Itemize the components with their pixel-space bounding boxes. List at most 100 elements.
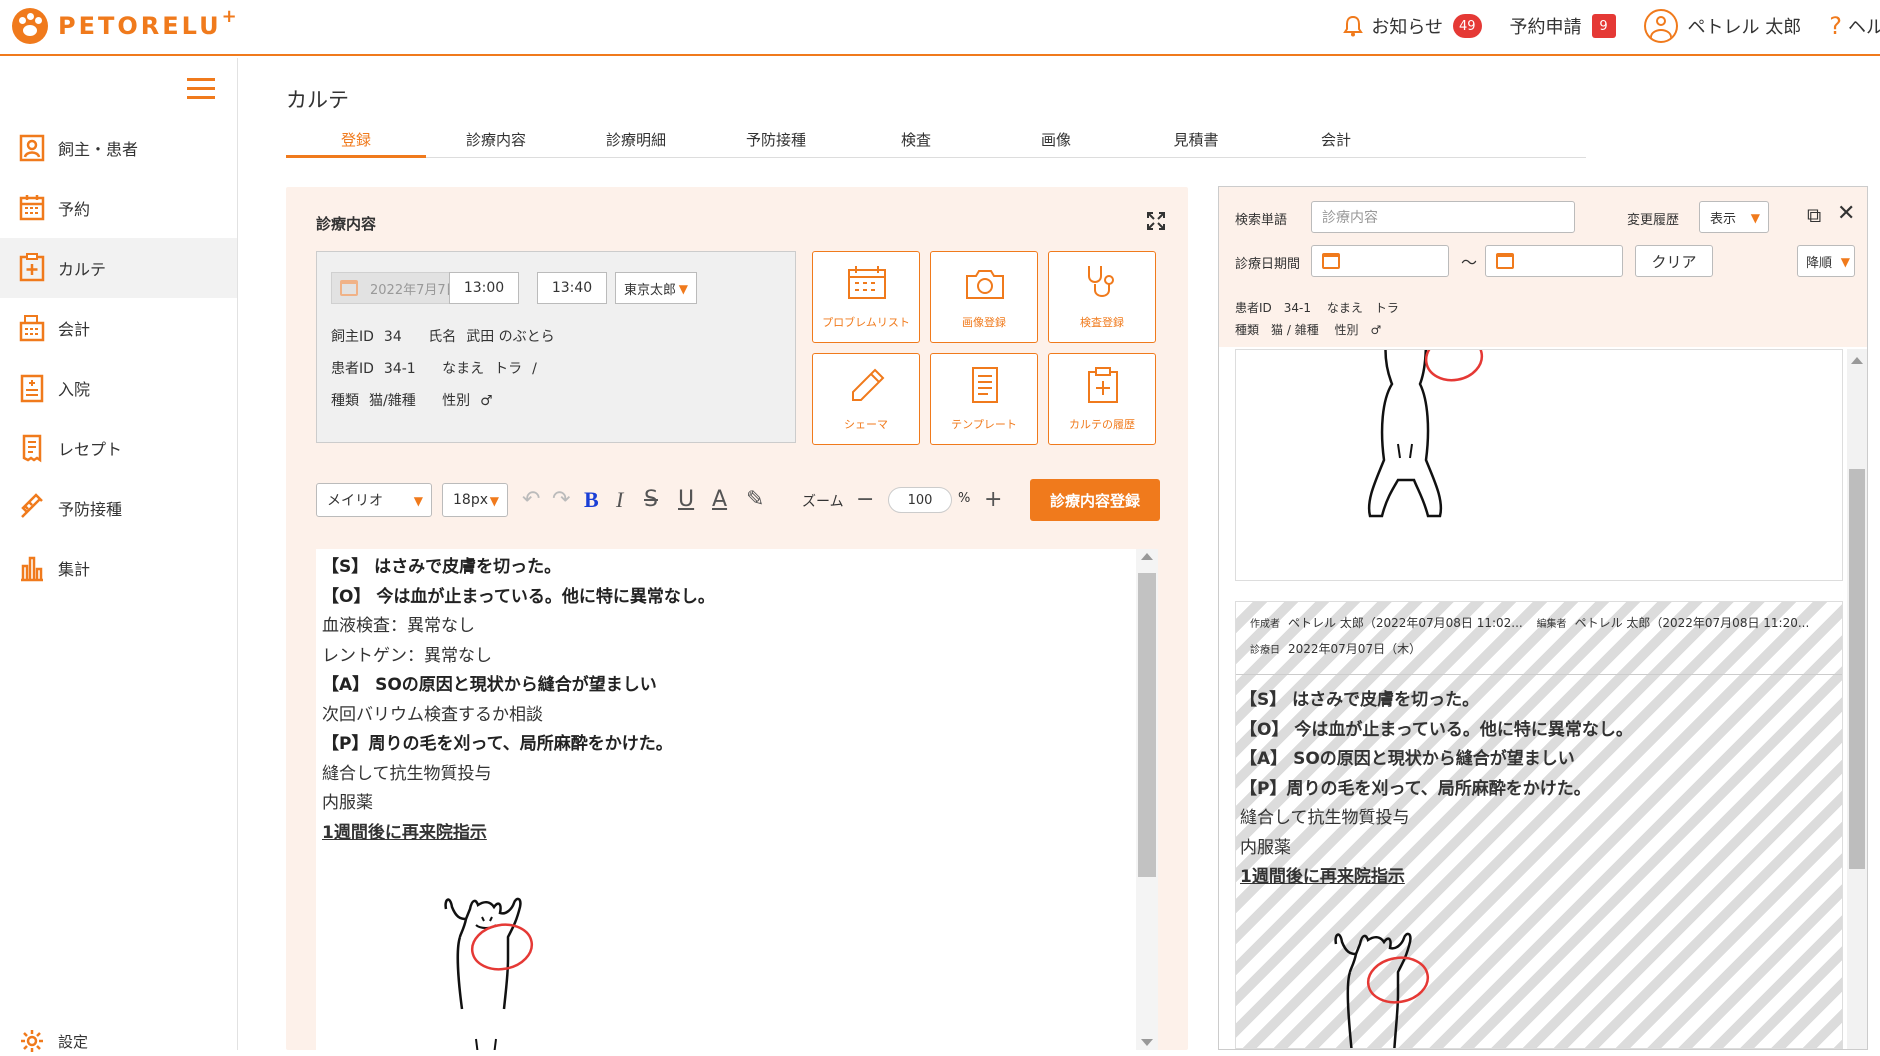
font-size-select[interactable]: 18px ▼ (442, 483, 508, 517)
font-family-select[interactable]: メイリオ ▼ (316, 483, 432, 517)
scroll-down-icon[interactable] (1141, 1039, 1153, 1046)
sidebar-item-medical-record[interactable]: カルテ (0, 238, 237, 298)
start-time-field[interactable]: 13:00 (449, 272, 519, 304)
owner-id-label: 飼主ID (331, 329, 374, 345)
sidebar-item-settings[interactable]: 設定 (18, 1026, 88, 1056)
species: 猫 / 雑種 (1271, 323, 1319, 337)
history-panel: 検索単語 診療内容 変更履歴 表示 ▼ ⧉ ✕ 診療日期間 〜 クリア 降順 ▼… (1218, 186, 1868, 1050)
patient-id: 34-1 (1283, 301, 1312, 315)
underline-icon[interactable]: U (678, 487, 694, 512)
tab-accounting[interactable]: 会計 (1266, 128, 1406, 158)
schema-button[interactable]: シェーマ (812, 353, 920, 445)
record-history-button[interactable]: カルテの履歴 (1048, 353, 1156, 445)
template-button[interactable]: テンプレート (930, 353, 1038, 445)
undo-icon[interactable]: ↶ (522, 487, 540, 512)
hamburger-menu-icon[interactable] (187, 78, 215, 99)
register-treatment-button[interactable]: 診療内容登録 (1030, 479, 1160, 521)
help-icon: ? (1829, 12, 1842, 40)
tab-treatment[interactable]: 診療内容 (426, 128, 566, 158)
editor-line: 血液検査：異常なし (322, 616, 475, 636)
editor-line: 縫合して抗生物質投与 (322, 763, 492, 784)
owner-patient-icon (18, 133, 46, 163)
page-title: カルテ (286, 88, 349, 112)
zoom-input[interactable]: 100 (888, 487, 952, 513)
tab-estimate[interactable]: 見積書 (1126, 128, 1266, 158)
sidebar-item-statistics[interactable]: 集計 (0, 538, 237, 598)
change-history-label: 変更履歴 (1627, 213, 1680, 228)
history-line: 【A】 SOの原因と現状から縫合が望ましい (1240, 749, 1575, 769)
pencil-icon (852, 368, 885, 401)
highlighter-icon[interactable]: ✎ (746, 487, 764, 512)
strikethrough-icon[interactable]: S (644, 487, 658, 512)
tab-register[interactable]: 登録 (286, 128, 426, 158)
problem-list-button[interactable]: プロブレムリスト (812, 251, 920, 343)
paw-logo-icon (12, 8, 48, 44)
notifications-count-badge: 49 (1452, 14, 1482, 38)
text-color-icon[interactable]: A (712, 487, 727, 512)
cat-schema-drawing (1367, 350, 1484, 518)
search-input[interactable]: 診療内容 (1311, 201, 1575, 233)
history-line: 内服薬 (1240, 837, 1291, 858)
sidebar-item-label: カルテ (58, 260, 107, 279)
sex-value: ♂ (1370, 323, 1382, 337)
visit-date-field[interactable]: 2022年7月7日 (331, 272, 467, 304)
zoom-in-icon[interactable]: + (984, 487, 1002, 512)
italic-icon[interactable]: I (616, 487, 623, 513)
expand-icon[interactable] (1146, 211, 1166, 231)
date-range-end[interactable] (1485, 245, 1623, 277)
copy-icon[interactable]: ⧉ (1807, 203, 1821, 227)
notifications-label: お知らせ (1371, 17, 1443, 38)
clear-button[interactable]: クリア (1635, 245, 1713, 277)
doctor-select[interactable]: 東京太郎 ▼ (615, 272, 697, 304)
scroll-up-icon[interactable] (1141, 553, 1153, 560)
history-line: 1週間後に再来院指示 (1240, 867, 1405, 887)
history-scrollbar[interactable] (1847, 349, 1867, 1049)
tab-treatment-details[interactable]: 診療明細 (566, 128, 706, 158)
search-placeholder: 診療内容 (1322, 210, 1378, 226)
patient-id-label: 患者ID (331, 361, 374, 377)
redo-icon[interactable]: ↷ (552, 487, 570, 512)
image-register-button[interactable]: 画像登録 (930, 251, 1038, 343)
close-icon[interactable]: ✕ (1837, 201, 1855, 226)
sidebar-item-receipt[interactable]: レセプト (0, 418, 237, 478)
app-logo[interactable]: PETORELU + (12, 5, 237, 44)
zoom-out-icon[interactable]: − (856, 487, 874, 512)
sidebar-item-vaccination[interactable]: 予防接種 (0, 478, 237, 538)
editor-content[interactable]: 【S】 はさみで皮膚を切った。 【O】 今は血が止まっている。他に特に異常なし。… (322, 553, 1122, 848)
visit-date-value: 2022年7月7日 (370, 282, 459, 298)
tab-examination[interactable]: 検査 (846, 128, 986, 158)
scroll-up-icon[interactable] (1851, 357, 1863, 364)
calendar-icon (340, 280, 358, 296)
tab-bar: 登録 診療内容 診療明細 予防接種 検査 画像 見積書 会計 (286, 128, 1586, 158)
change-history-select[interactable]: 表示 ▼ (1699, 201, 1769, 233)
editor-label: 編集者 (1536, 619, 1567, 630)
help-button[interactable]: ? ヘル (1829, 12, 1880, 40)
exam-register-label: 検査登録 (1080, 316, 1124, 329)
tab-vaccination[interactable]: 予防接種 (706, 128, 846, 158)
editor-line: 内服薬 (322, 793, 373, 813)
exam-register-button[interactable]: 検査登録 (1048, 251, 1156, 343)
editor-line: 【P】周りの毛を刈って、局所麻酔をかけた。 (322, 734, 673, 754)
user-menu-button[interactable]: ペトレル 太郎 (1643, 9, 1802, 43)
search-word-label: 検索単語 (1235, 213, 1288, 228)
history-entry-date: 診療日 2022年07月07日（木） (1250, 640, 1421, 657)
sort-order-select[interactable]: 降順 ▼ (1797, 245, 1855, 277)
brand-plus: + (221, 5, 237, 27)
sidebar-item-hospitalization[interactable]: 入院 (0, 358, 237, 418)
bold-icon[interactable]: B (584, 487, 599, 513)
sidebar-item-reservation[interactable]: 予約 (0, 178, 237, 238)
font-size-value: 18px (453, 492, 488, 508)
tab-images[interactable]: 画像 (986, 128, 1126, 158)
sidebar-item-accounting[interactable]: 会計 (0, 298, 237, 358)
notifications-button[interactable]: お知らせ 49 (1343, 13, 1482, 39)
chevron-down-icon: ▼ (413, 494, 423, 508)
user-name: ペトレル 太郎 (1687, 17, 1802, 38)
visit-date-value: 2022年07月07日（木） (1288, 642, 1422, 656)
end-time-field[interactable]: 13:40 (537, 272, 607, 304)
editor-scrollbar[interactable] (1136, 549, 1158, 1050)
date-range-start[interactable] (1311, 245, 1449, 277)
record-editor[interactable]: 【S】 はさみで皮膚を切った。 【O】 今は血が止まっている。他に特に異常なし。… (316, 549, 1158, 1050)
sidebar-item-owner-patient[interactable]: 飼主・患者 (0, 118, 237, 178)
reservation-requests-button[interactable]: 予約申請 9 (1510, 13, 1616, 39)
camera-icon (966, 270, 1004, 299)
